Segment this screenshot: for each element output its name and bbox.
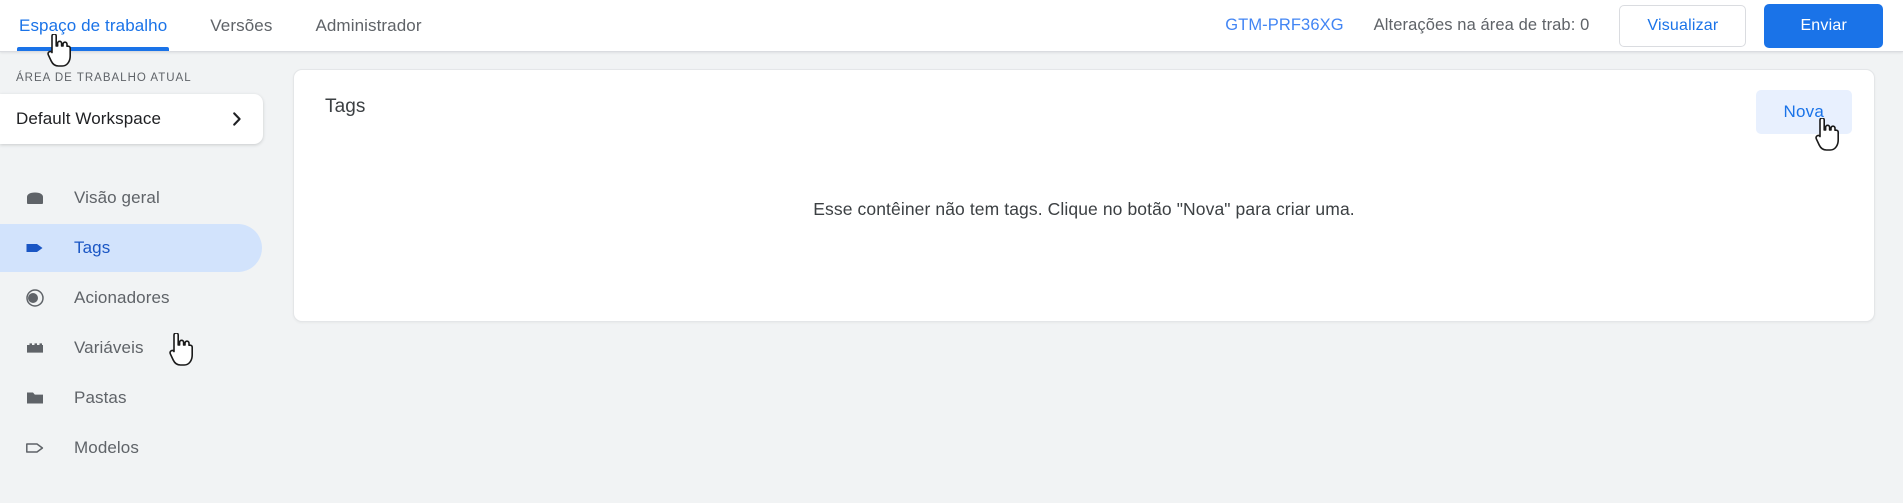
- tab-label: Administrador: [315, 15, 422, 35]
- tags-card: Tags Nova Esse contêiner não tem tags. C…: [293, 69, 1875, 322]
- chevron-right-icon: [229, 111, 245, 127]
- workspace-selector[interactable]: Default Workspace: [0, 94, 263, 144]
- sidebar-item-label: Visão geral: [74, 188, 160, 207]
- tab-versoes[interactable]: Versões: [210, 0, 272, 51]
- sidebar-nav: Visão geral Tags Acionadores Variáveis P…: [0, 174, 268, 472]
- preview-button[interactable]: Visualizar: [1619, 4, 1747, 47]
- submit-button[interactable]: Enviar: [1764, 3, 1883, 48]
- tag-filled-icon: [22, 235, 48, 261]
- sidebar-item-variaveis[interactable]: Variáveis: [0, 324, 262, 372]
- sidebar-item-label: Modelos: [74, 438, 139, 457]
- tab-administrador[interactable]: Administrador: [315, 0, 421, 51]
- top-bar-actions: GTM-PRF36XG Alterações na área de trab: …: [1225, 0, 1903, 51]
- workspace-changes-count: Alterações na área de trab: 0: [1373, 16, 1590, 34]
- page-layout: ÁREA DE TRABALHO ATUAL Default Workspace…: [0, 52, 1903, 503]
- sidebar-item-label: Acionadores: [74, 288, 170, 307]
- container-id-link[interactable]: GTM-PRF36XG: [1225, 16, 1343, 35]
- sidebar-item-modelos[interactable]: Modelos: [0, 424, 262, 472]
- trigger-circle-icon: [22, 285, 48, 311]
- tab-label: Espaço de trabalho: [19, 15, 168, 35]
- overview-box-icon: [22, 185, 48, 211]
- new-tag-button[interactable]: Nova: [1755, 90, 1852, 134]
- variables-brick-icon: [22, 335, 48, 361]
- sidebar-item-label: Variáveis: [74, 338, 144, 357]
- empty-state-message: Esse contêiner não tem tags. Clique no b…: [813, 199, 1355, 219]
- folder-icon: [22, 385, 48, 411]
- sidebar-item-acionadores[interactable]: Acionadores: [0, 274, 262, 322]
- top-bar: Espaço de trabalho Versões Administrador…: [0, 0, 1903, 67]
- sidebar-item-pastas[interactable]: Pastas: [0, 374, 262, 422]
- template-tag-outline-icon: [22, 435, 48, 461]
- sidebar-item-visao-geral[interactable]: Visão geral: [0, 174, 262, 222]
- sidebar: ÁREA DE TRABALHO ATUAL Default Workspace…: [0, 52, 268, 503]
- tab-espaco-de-trabalho[interactable]: Espaço de trabalho: [16, 0, 170, 51]
- tab-label: Versões: [210, 15, 273, 35]
- workspace-name: Default Workspace: [16, 109, 162, 128]
- current-workspace-label: ÁREA DE TRABALHO ATUAL: [16, 72, 192, 84]
- primary-tabs: Espaço de trabalho Versões Administrador: [0, 0, 465, 51]
- tags-card-header: Tags Nova: [294, 70, 1874, 140]
- page-title: Tags: [325, 96, 366, 117]
- sidebar-item-label: Pastas: [74, 388, 127, 407]
- main-content: Tags Nova Esse contêiner não tem tags. C…: [268, 52, 1903, 503]
- sidebar-item-label: Tags: [74, 238, 111, 257]
- sidebar-item-tags[interactable]: Tags: [0, 224, 262, 272]
